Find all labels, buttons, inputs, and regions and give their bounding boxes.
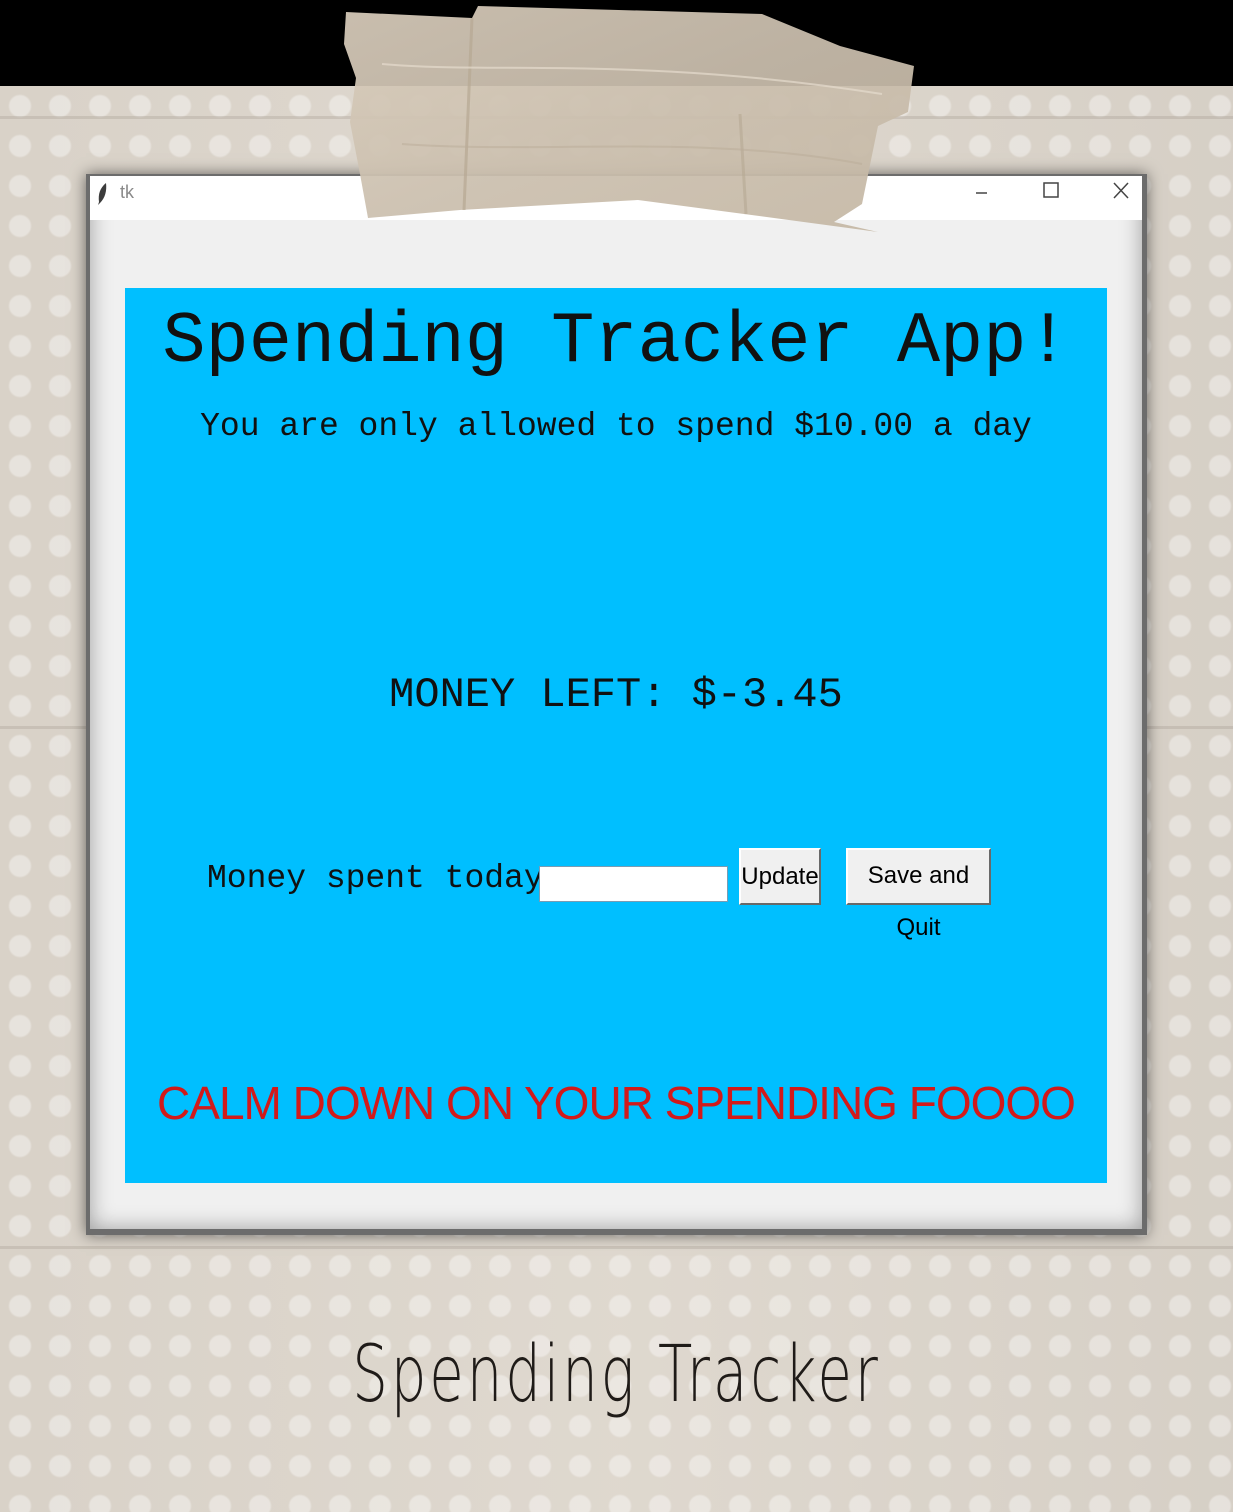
minimize-button[interactable] bbox=[958, 178, 1004, 208]
money-spent-label: Money spent today: bbox=[207, 860, 564, 897]
masking-tape bbox=[344, 6, 914, 232]
maximize-button[interactable] bbox=[1028, 178, 1074, 208]
warning-message: CALM DOWN ON YOUR SPENDING FOOOO bbox=[157, 1077, 1076, 1129]
collage-caption: Spending Tracker bbox=[352, 1330, 881, 1420]
tk-window: tk Spending Tracker App! You are only al… bbox=[90, 176, 1142, 1229]
window-title: tk bbox=[120, 182, 135, 202]
collage-stage: tk Spending Tracker App! You are only al… bbox=[0, 0, 1233, 1512]
paper-crease bbox=[0, 1246, 1233, 1249]
minimize-icon bbox=[976, 192, 987, 194]
app-canvas: Spending Tracker App! You are only allow… bbox=[125, 288, 1107, 1183]
money-left-label: MONEY LEFT: $-3.45 bbox=[389, 671, 843, 719]
update-button[interactable]: Update bbox=[739, 848, 821, 905]
daily-limit-text: You are only allowed to spend $10.00 a d… bbox=[200, 408, 1032, 445]
save-and-quit-button[interactable]: Save and Quit bbox=[846, 848, 991, 941]
app-title: Spending Tracker App! bbox=[162, 301, 1070, 383]
maximize-icon bbox=[1043, 182, 1059, 198]
money-spent-input[interactable] bbox=[539, 866, 728, 902]
feather-icon bbox=[98, 183, 107, 205]
close-icon bbox=[1113, 182, 1129, 199]
close-button[interactable] bbox=[1098, 178, 1144, 208]
